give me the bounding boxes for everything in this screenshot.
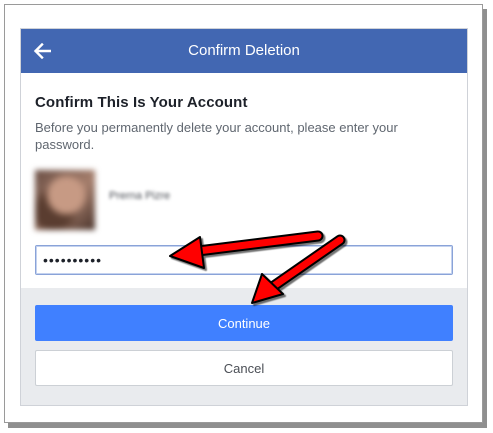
confirm-deletion-dialog: Confirm Deletion Confirm This Is Your Ac… xyxy=(20,28,468,406)
section-heading: Confirm This Is Your Account xyxy=(35,94,248,111)
continue-button[interactable]: Continue xyxy=(35,305,453,341)
dialog-header: Confirm Deletion xyxy=(21,29,467,73)
cancel-button[interactable]: Cancel xyxy=(35,350,453,386)
password-field[interactable] xyxy=(35,245,453,275)
avatar xyxy=(35,170,95,230)
dialog-footer: Continue Cancel xyxy=(21,288,467,405)
dialog-title: Confirm Deletion xyxy=(188,42,300,59)
user-name: Prerna Pizre xyxy=(109,190,171,202)
dialog-body: Confirm This Is Your Account Before you … xyxy=(21,73,467,288)
instruction-text: Before you permanently delete your accou… xyxy=(35,120,398,152)
